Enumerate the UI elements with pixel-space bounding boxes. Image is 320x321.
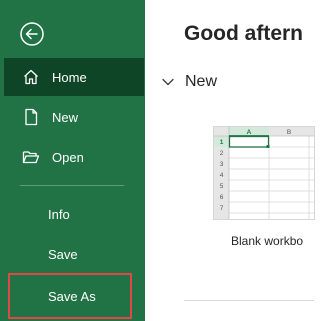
sidebar-item-label: New	[52, 109, 79, 125]
column-header-b: B	[287, 129, 291, 136]
row-header: 1	[220, 139, 224, 146]
row-header: 6	[220, 194, 224, 201]
sidebar-item-label: Info	[48, 206, 70, 222]
row-header: 7	[220, 205, 224, 212]
sidebar-item-label: Home	[52, 69, 87, 85]
section-title: New	[185, 73, 218, 90]
sidebar-item-label: Save	[48, 246, 78, 262]
spreadsheet-thumbnail: A B 1 2 3 4 5 6 7	[214, 127, 314, 219]
row-header: 4	[220, 172, 224, 179]
template-caption: Blank workbo	[231, 234, 304, 248]
new-document-icon	[21, 107, 41, 127]
back-arrow-icon	[20, 22, 44, 46]
sidebar-divider	[20, 185, 124, 186]
sidebar-item-open[interactable]: Open	[4, 138, 144, 176]
page-title: Good aftern	[184, 22, 303, 45]
sidebar-item-new[interactable]: New	[4, 98, 144, 136]
row-header: 2	[220, 150, 224, 157]
sidebar-item-label: Open	[52, 149, 84, 165]
row-header: 5	[220, 183, 224, 190]
backstage-sidebar: Home New Open Info Save Save As	[0, 0, 145, 321]
sidebar-item-save[interactable]: Save	[4, 235, 144, 273]
sidebar-item-home[interactable]: Home	[4, 58, 144, 96]
row-header: 3	[220, 161, 224, 168]
chevron-down-icon	[161, 75, 175, 89]
column-header-a: A	[247, 129, 252, 136]
home-icon	[21, 67, 41, 87]
folder-open-icon	[21, 147, 41, 167]
sidebar-item-info[interactable]: Info	[4, 195, 144, 233]
back-button[interactable]	[19, 21, 45, 47]
blank-workbook-template[interactable]: A B 1 2 3 4 5 6 7	[213, 126, 315, 220]
new-section-toggle[interactable]: New	[161, 73, 217, 91]
backstage-main: Good aftern New A B 1 2 3 4 5 6 7 Blank …	[145, 0, 315, 321]
save-as-highlight-box	[8, 273, 132, 319]
section-divider	[184, 300, 314, 301]
